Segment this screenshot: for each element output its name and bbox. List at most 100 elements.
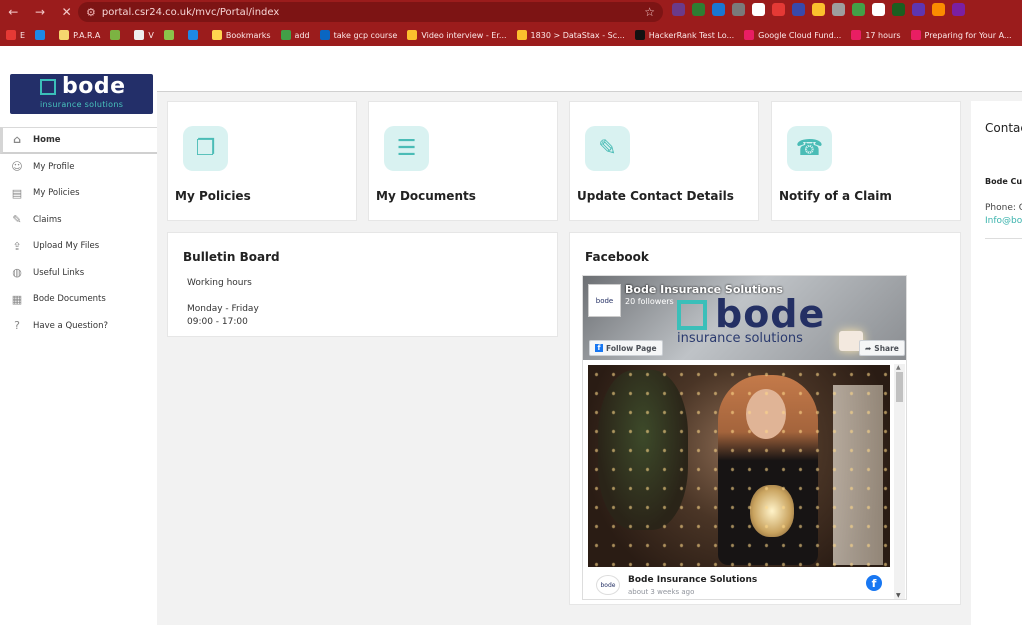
url-text[interactable]: portal.csr24.co.uk/mvc/Portal/index bbox=[102, 7, 279, 18]
bookmark-favicon-icon bbox=[35, 30, 46, 40]
bookmark-item[interactable] bbox=[163, 30, 178, 40]
extension-icon[interactable] bbox=[932, 3, 945, 16]
tile-notify-claim[interactable]: ☎ Notify of a Claim bbox=[771, 101, 961, 221]
extension-icon[interactable] bbox=[772, 3, 785, 16]
bulletin-line: 09:00 - 17:00 bbox=[187, 317, 248, 327]
documents-icon: ☰ bbox=[384, 126, 429, 171]
extension-icon[interactable] bbox=[672, 3, 685, 16]
bookmark-label: E bbox=[20, 30, 26, 40]
bookmark-item[interactable]: take gcp course bbox=[319, 30, 397, 40]
bookmark-label: Bookmarks bbox=[225, 30, 271, 40]
bookmark-label: 1830 > DataStax - Sc... bbox=[530, 30, 625, 40]
sidebar-item-claims[interactable]: ✎ Claims bbox=[0, 207, 157, 234]
stop-icon[interactable]: ✕ bbox=[62, 5, 72, 19]
post-time[interactable]: about 3 weeks ago bbox=[628, 588, 694, 596]
bode-logo[interactable]: bode insurance solutions bbox=[10, 74, 153, 114]
extension-icon[interactable] bbox=[692, 3, 705, 16]
sidebar-item-my-profile[interactable]: ☺ My Profile bbox=[0, 154, 157, 181]
extension-icon[interactable] bbox=[732, 3, 745, 16]
extension-icon[interactable] bbox=[832, 3, 845, 16]
extension-icon[interactable] bbox=[852, 3, 865, 16]
sidebar-item-label: Claims bbox=[33, 214, 62, 225]
bookmark-favicon-icon bbox=[744, 30, 755, 40]
phone-24-icon: ☎ bbox=[787, 126, 832, 171]
fairy-lights bbox=[588, 365, 890, 567]
divider bbox=[985, 238, 1022, 239]
extension-icon[interactable] bbox=[712, 3, 725, 16]
bookmark-item[interactable]: Bookmarks bbox=[211, 30, 271, 40]
scroll-thumb[interactable] bbox=[896, 372, 903, 402]
bookmark-label: 17 hours bbox=[865, 30, 901, 40]
sidebar-item-have-a-question[interactable]: ? Have a Question? bbox=[0, 313, 157, 340]
facebook-feed[interactable]: bode Bode Insurance Solutions about 3 we… bbox=[587, 364, 890, 599]
post-author[interactable]: Bode Insurance Solutions bbox=[628, 575, 757, 585]
bookmark-star-icon[interactable]: ☆ bbox=[644, 5, 655, 19]
logo-word: bode bbox=[62, 74, 126, 99]
post-avatar[interactable]: bode bbox=[596, 575, 620, 595]
tile-update-contact-details[interactable]: ✎ Update Contact Details bbox=[569, 101, 759, 221]
bookmark-item[interactable]: add bbox=[280, 30, 310, 40]
follow-page-button[interactable]: f Follow Page bbox=[589, 340, 663, 356]
bookmarks-bar: E P.A.R.A V Bookmarks add take gcp course Vide… bbox=[0, 24, 1022, 46]
address-bar[interactable]: ⚙ portal.csr24.co.uk/mvc/Portal/index ☆ bbox=[78, 2, 663, 22]
sidebar-item-bode-documents[interactable]: ▦ Bode Documents bbox=[0, 286, 157, 313]
top-header bbox=[157, 46, 1022, 92]
tile-label: Notify of a Claim bbox=[779, 189, 892, 203]
share-icon: ➦ bbox=[865, 343, 872, 353]
tile-my-documents[interactable]: ☰ My Documents bbox=[368, 101, 558, 221]
facebook-embed[interactable]: bode insurance solutions bode Bode Insur… bbox=[582, 275, 907, 600]
sidebar: bode insurance solutions ⌂ Home ☺ My Profil… bbox=[0, 46, 157, 625]
bookmark-item[interactable]: Video interview - Er... bbox=[407, 30, 507, 40]
back-icon[interactable]: ← bbox=[8, 5, 18, 19]
contact-email[interactable]: Info@bo bbox=[985, 216, 1022, 226]
bookmark-item[interactable]: P.A.R.A bbox=[59, 30, 100, 40]
contact-panel: Contac Bode Cus Phone: C Info@bo bbox=[971, 101, 1022, 625]
bulletin-title: Bulletin Board bbox=[183, 250, 280, 264]
sidebar-item-upload-my-files[interactable]: ⇪ Upload My Files bbox=[0, 233, 157, 260]
feed-scrollbar[interactable]: ▲ ▼ bbox=[894, 364, 905, 599]
bookmark-item[interactable]: E bbox=[6, 30, 25, 40]
bookmark-item[interactable]: 1830 > DataStax - Sc... bbox=[516, 30, 625, 40]
share-button[interactable]: ➦ Share bbox=[859, 340, 905, 356]
bookmark-label: HackerRank Test Lo... bbox=[648, 30, 735, 40]
bookmark-item[interactable]: Preparing for Your A... bbox=[910, 30, 1012, 40]
claims-icon: ✎ bbox=[12, 213, 22, 227]
tile-my-policies[interactable]: ❐ My Policies bbox=[167, 101, 357, 221]
forward-icon[interactable]: → bbox=[35, 5, 45, 19]
useful-links-icon: ◍ bbox=[12, 266, 22, 280]
facebook-logo-icon[interactable]: f bbox=[866, 575, 882, 591]
bookmark-item[interactable]: V bbox=[134, 30, 154, 40]
tile-label: My Policies bbox=[175, 189, 251, 203]
sidebar-item-useful-links[interactable]: ◍ Useful Links bbox=[0, 260, 157, 287]
contact-title: Contac bbox=[985, 121, 1022, 135]
site-settings-icon[interactable]: ⚙ bbox=[86, 6, 96, 19]
bookmark-item[interactable] bbox=[35, 30, 49, 40]
follow-label: Follow Page bbox=[606, 343, 657, 353]
share-label: Share bbox=[874, 343, 899, 353]
extension-icon[interactable] bbox=[912, 3, 925, 16]
post-image[interactable] bbox=[588, 365, 890, 567]
scroll-up-icon[interactable]: ▲ bbox=[896, 364, 901, 371]
bookmark-item[interactable]: HackerRank Test Lo... bbox=[634, 30, 735, 40]
bookmark-label: P.A.R.A bbox=[73, 30, 101, 40]
sidebar-item-my-policies[interactable]: ▤ My Policies bbox=[0, 180, 157, 207]
sidebar-item-label: Useful Links bbox=[33, 267, 85, 278]
extension-icon[interactable] bbox=[952, 3, 965, 16]
facebook-title: Facebook bbox=[585, 250, 649, 264]
bookmark-favicon-icon bbox=[634, 30, 645, 40]
bookmark-item[interactable] bbox=[187, 30, 202, 40]
extension-icon[interactable] bbox=[872, 3, 885, 16]
page-avatar[interactable]: bode bbox=[588, 284, 621, 317]
sidebar-item-home[interactable]: ⌂ Home bbox=[0, 127, 157, 154]
bookmark-item[interactable]: Google Cloud Fund... bbox=[744, 30, 841, 40]
bookmark-favicon-icon bbox=[163, 30, 174, 40]
bookmark-item[interactable]: 17 hours bbox=[851, 30, 901, 40]
bookmark-favicon-icon bbox=[134, 30, 145, 40]
bookmark-item[interactable] bbox=[110, 30, 124, 40]
extension-icon[interactable] bbox=[792, 3, 805, 16]
scroll-down-icon[interactable]: ▼ bbox=[896, 592, 901, 599]
extension-icon[interactable] bbox=[892, 3, 905, 16]
extension-icon[interactable] bbox=[812, 3, 825, 16]
page-name[interactable]: Bode Insurance Solutions bbox=[625, 283, 783, 296]
extension-icon[interactable] bbox=[752, 3, 765, 16]
